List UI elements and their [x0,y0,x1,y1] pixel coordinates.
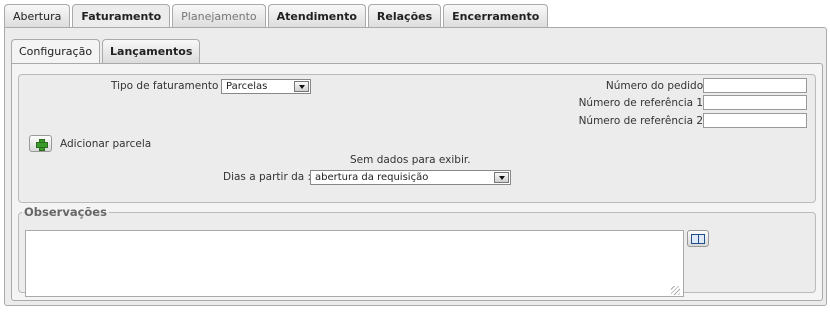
tab-lancamentos[interactable]: Lançamentos [102,39,201,63]
tab-abertura[interactable]: Abertura [4,4,71,28]
tipo-faturamento-value: Parcelas [226,81,268,92]
tab-encerramento[interactable]: Encerramento [443,4,549,28]
tab-relacoes[interactable]: Relações [367,4,442,28]
tab-configuracao[interactable]: Configuração [11,39,101,65]
config-box: Tipo de faturamento : Parcelas Número do… [18,74,816,203]
tab-atendimento[interactable]: Atendimento [267,4,366,28]
numero-pedido-input[interactable] [703,78,807,93]
main-tab-bar: Abertura Faturamento Planejamento Atendi… [4,4,549,29]
numero-referencia-1-input[interactable] [703,95,807,110]
tipo-faturamento-select[interactable]: Parcelas [221,79,311,94]
numero-pedido-label: Número do pedido : [605,80,710,92]
plus-icon [36,139,48,151]
empty-grid-message: Sem dados para exibir. [350,154,471,166]
dias-a-partir-select[interactable]: abertura da requisição [310,170,511,185]
configuracao-panel: Tipo de faturamento : Parcelas Número do… [11,63,823,301]
chevron-down-icon [294,81,309,92]
observacoes-fieldset: Observações [18,205,816,297]
numero-referencia-1-label: Número de referência 1 : [578,97,710,109]
faturamento-panel: Configuração Lançamentos Tipo de faturam… [4,27,827,306]
observacoes-textarea[interactable] [25,230,684,297]
adicionar-parcela-label[interactable]: Adicionar parcela [60,138,151,150]
add-parcela-button[interactable] [29,135,52,152]
resize-grip-icon[interactable] [671,286,680,295]
tab-faturamento[interactable]: Faturamento [72,4,171,29]
book-icon [691,234,705,244]
sub-tab-bar: Configuração Lançamentos [11,39,201,65]
tipo-faturamento-label: Tipo de faturamento : [111,80,226,92]
chevron-down-icon [494,172,509,183]
observacoes-legend: Observações [24,205,107,219]
tab-planejamento[interactable]: Planejamento [172,4,266,28]
dias-a-partir-value: abertura da requisição [315,172,429,183]
numero-referencia-2-label: Número de referência 2 : [578,115,710,127]
dias-a-partir-label: Dias a partir da : [223,171,312,183]
observacoes-templates-button[interactable] [687,230,709,247]
numero-referencia-2-input[interactable] [703,113,807,128]
